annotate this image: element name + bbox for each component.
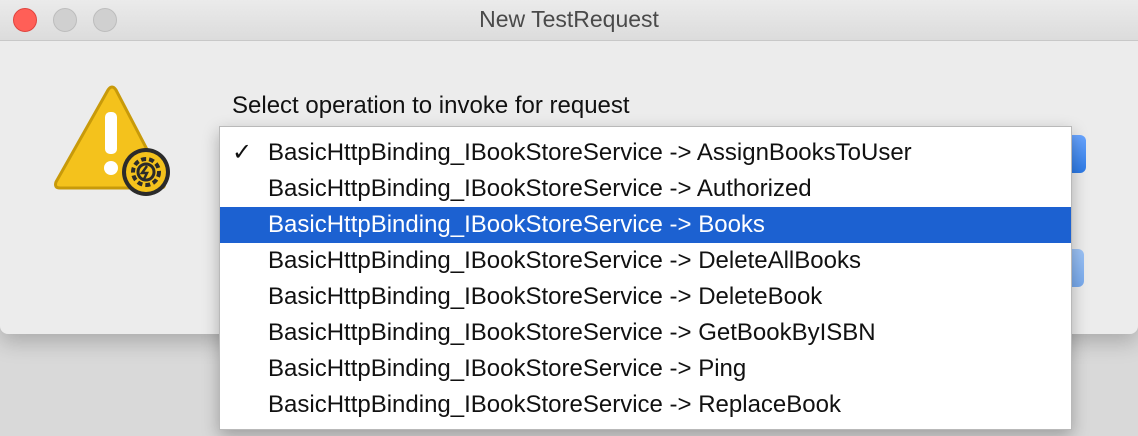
menu-item-label: BasicHttpBinding_IBookStoreService -> Bo… bbox=[268, 211, 765, 238]
menu-item-label: BasicHttpBinding_IBookStoreService -> Ge… bbox=[268, 319, 876, 346]
checkmark-icon: ✓ bbox=[232, 139, 253, 166]
operation-prompt-label: Select operation to invoke for request bbox=[232, 92, 630, 119]
menu-item[interactable]: BasicHttpBinding_IBookStoreService -> Bo… bbox=[220, 207, 1071, 243]
menu-item[interactable]: BasicHttpBinding_IBookStoreService -> Ge… bbox=[220, 315, 1071, 351]
menu-item[interactable]: BasicHttpBinding_IBookStoreService -> Au… bbox=[220, 171, 1071, 207]
menu-item-label: BasicHttpBinding_IBookStoreService -> Pi… bbox=[268, 355, 747, 382]
title-bar: New TestRequest bbox=[0, 0, 1138, 41]
warning-gear-icon bbox=[54, 85, 170, 196]
menu-item[interactable]: BasicHttpBinding_IBookStoreService -> Re… bbox=[220, 387, 1071, 423]
menu-item-label: BasicHttpBinding_IBookStoreService -> De… bbox=[268, 283, 823, 310]
operation-dropdown-menu[interactable]: ✓ BasicHttpBinding_IBookStoreService -> A… bbox=[219, 126, 1072, 430]
menu-item-label: BasicHttpBinding_IBookStoreService -> De… bbox=[268, 247, 861, 274]
menu-item[interactable]: BasicHttpBinding_IBookStoreService -> Pi… bbox=[220, 351, 1071, 387]
menu-item-label: BasicHttpBinding_IBookStoreService -> Au… bbox=[268, 175, 812, 202]
window-title: New TestRequest bbox=[479, 6, 659, 32]
menu-item[interactable]: BasicHttpBinding_IBookStoreService -> De… bbox=[220, 279, 1071, 315]
menu-item-label: BasicHttpBinding_IBookStoreService -> Re… bbox=[268, 391, 841, 418]
menu-item[interactable]: ✓ BasicHttpBinding_IBookStoreService -> A… bbox=[220, 135, 1071, 171]
menu-item[interactable]: BasicHttpBinding_IBookStoreService -> De… bbox=[220, 243, 1071, 279]
menu-item-label: BasicHttpBinding_IBookStoreService -> As… bbox=[268, 139, 912, 166]
